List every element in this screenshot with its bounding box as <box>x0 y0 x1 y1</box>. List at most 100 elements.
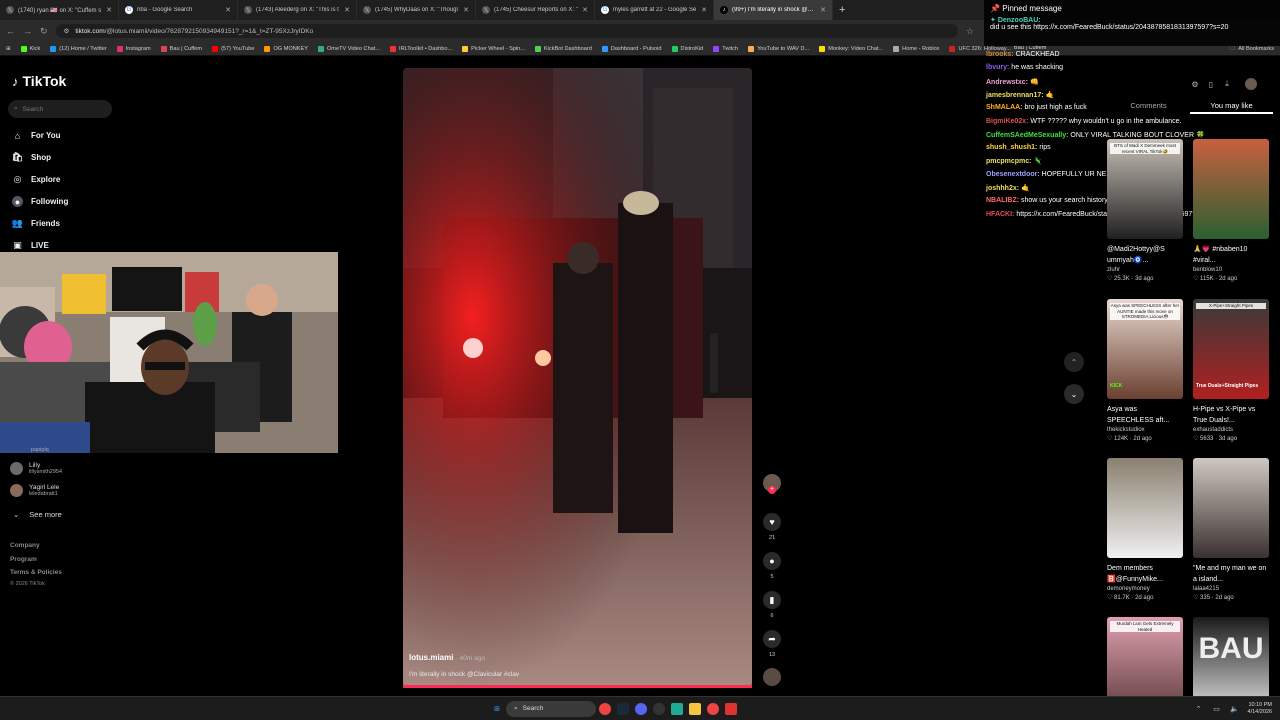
new-tab-button[interactable]: + <box>833 4 851 16</box>
obs-icon[interactable] <box>653 702 665 715</box>
clock[interactable]: 10:10 PM 4/14/2026 <box>1248 702 1272 716</box>
video-thumbnail[interactable] <box>1193 139 1269 239</box>
chat-username[interactable]: NBALIBZ: <box>986 197 1019 204</box>
recommended-video-card[interactable]: "Me and my man we on a island... lalaa421… <box>1193 458 1269 601</box>
bookmark-item[interactable]: Twitch <box>713 45 738 52</box>
browser-tab-active[interactable]: ♪ (99+) I'm literally in shock @Cla ✕ <box>714 0 833 20</box>
url-field[interactable]: ⚙ tiktok.com/@lotus.miamii/video/7628792… <box>55 24 958 38</box>
video-thumbnail[interactable] <box>1193 458 1269 558</box>
recommended-video-card[interactable]: Asya was SPEECHLESS after her AUNTIE mad… <box>1107 299 1183 442</box>
video-thumbnail[interactable]: Asya was SPEECHLESS after her AUNTIE mad… <box>1107 299 1183 399</box>
close-icon[interactable]: ✕ <box>463 6 469 14</box>
chevron-up-icon[interactable]: ⌃ <box>1193 703 1205 715</box>
steam-icon[interactable] <box>617 702 629 715</box>
chat-username[interactable]: Obesenextdoor: <box>986 171 1040 178</box>
chrome-icon[interactable] <box>707 702 719 715</box>
taskbar-search[interactable]: ⌕ Search <box>506 700 596 717</box>
see-more-button[interactable]: ⌄ See more <box>10 510 62 519</box>
close-icon[interactable]: ✕ <box>225 6 231 14</box>
chat-username[interactable]: CuffemSAedMeSexually: <box>986 132 1068 139</box>
bookmark-item[interactable]: OmeTV Video Chat... <box>317 45 380 52</box>
card-author[interactable]: zluhr <box>1107 267 1183 273</box>
video-thumbnail[interactable]: X-Pipe+Straight Pipes True Duals+Straight… <box>1193 299 1269 399</box>
bookmark-item[interactable]: Kick <box>20 45 40 52</box>
recommended-video-card[interactable]: BTS of Madi X Demmeek most recent VIRAL … <box>1107 139 1183 282</box>
comment-button[interactable]: ● 5 <box>762 552 782 580</box>
reload-icon[interactable]: ↻ <box>40 26 48 37</box>
recommended-video-card[interactable]: 🙏💗 #nbaben10 #viral... benblow10 ♡ 115K · … <box>1193 139 1269 282</box>
footer-program[interactable]: Program <box>10 556 37 563</box>
chat-username[interactable]: joshhh2x: <box>986 185 1019 192</box>
bookmark-item[interactable]: KickBot Dashboard <box>534 45 592 52</box>
chrome-icon[interactable] <box>599 702 611 715</box>
nav-friends[interactable]: 👥 Friends <box>12 218 60 229</box>
star-icon[interactable]: ☆ <box>966 26 974 37</box>
bookmark-item[interactable]: Instagram <box>116 45 151 52</box>
nav-shop[interactable]: 🛍 Shop <box>12 152 51 163</box>
apps-icon[interactable]: ⊞ <box>6 46 11 52</box>
bookmark-item[interactable]: Monkey: Video Chat... <box>819 45 883 52</box>
chat-username[interactable]: jamesbrennan17: <box>986 92 1044 99</box>
app-icon[interactable] <box>725 702 737 715</box>
discord-icon[interactable] <box>635 702 647 715</box>
close-icon[interactable]: ✕ <box>582 6 588 14</box>
browser-tab[interactable]: Gmyles garrett at 22 - Google Se ✕ <box>595 0 714 20</box>
creator-avatar[interactable]: + <box>762 474 782 494</box>
folder-icon[interactable] <box>689 702 701 715</box>
nav-for-you[interactable]: ⌂ For You <box>12 130 61 141</box>
chat-username[interactable]: pmcpmcpmc: <box>986 158 1032 165</box>
browser-tab[interactable]: 𝕏 (1740) ryan 🇺🇸 on X: "Cuffem s ✕ <box>0 0 119 20</box>
following-item[interactable]: papipiq <box>10 447 49 453</box>
card-author[interactable]: exhaustaddicts <box>1193 427 1269 433</box>
bookmark-item[interactable]: DistroKid <box>671 45 703 52</box>
video-player[interactable] <box>403 68 752 687</box>
tiktok-logo[interactable]: ♪ TikTok <box>12 73 66 89</box>
share-button[interactable]: ➦ 13 <box>762 630 782 658</box>
chat-username[interactable]: lbrooks: <box>986 51 1014 58</box>
bookmark-item[interactable]: Home - Roblox <box>893 45 939 52</box>
following-item[interactable]: Yagirl Lele leledabratt1 <box>10 484 59 497</box>
search-input[interactable]: ⌕ Search <box>8 100 112 118</box>
scroll-up-button[interactable]: ⌃ <box>1064 352 1084 372</box>
chat-username[interactable]: ShMALAA: <box>986 104 1023 111</box>
download-icon[interactable]: ⤓ <box>1221 78 1233 90</box>
card-author[interactable]: thekickstudiox <box>1107 427 1183 433</box>
bookmark-item[interactable]: (57) YouTube <box>212 45 254 52</box>
bookmark-item[interactable]: (12) Home / Twitter <box>50 45 107 52</box>
windows-start-icon[interactable]: ⊞ <box>491 703 503 715</box>
footer-terms[interactable]: Terms & Policies <box>10 569 62 576</box>
tab-comments[interactable]: Comments <box>1107 96 1190 114</box>
following-item[interactable]: Lilly lillysmith2954 <box>10 462 62 475</box>
card-author[interactable]: benblow10 <box>1193 267 1269 273</box>
nav-explore[interactable]: ◎ Explore <box>12 174 61 185</box>
video-thumbnail[interactable] <box>1107 458 1183 558</box>
scroll-down-button[interactable]: ⌄ <box>1064 384 1084 404</box>
site-info-icon[interactable]: ⚙ <box>64 27 70 35</box>
network-icon[interactable]: ▭ <box>1211 703 1223 715</box>
tab-you-may-like[interactable]: You may like <box>1190 96 1273 114</box>
save-button[interactable]: ▮ 6 <box>762 591 782 619</box>
recommended-video-card[interactable]: Dem members 🅱️@FunnyMike... demoneymoney ♡… <box>1107 458 1183 601</box>
video-thumbnail[interactable]: BTS of Madi X Demmeek most recent VIRAL … <box>1107 139 1183 239</box>
device-icon[interactable]: ▯ <box>1205 78 1217 90</box>
close-icon[interactable]: ✕ <box>344 6 350 14</box>
browser-tab[interactable]: Gnba - Google Search ✕ <box>119 0 238 20</box>
bookmark-item[interactable]: Bau | Cuffem <box>160 45 202 52</box>
bookmark-item[interactable]: OG MONKEY <box>264 45 308 52</box>
forward-icon[interactable]: → <box>23 26 32 36</box>
bookmark-item[interactable]: YouTube to WAV D... <box>748 45 809 52</box>
chat-username[interactable]: HFACKI: <box>986 211 1014 218</box>
volume-icon[interactable]: 🔈 <box>1229 703 1241 715</box>
profile-avatar[interactable] <box>1245 78 1257 90</box>
card-author[interactable]: demoneymoney <box>1107 586 1183 592</box>
settings-icon[interactable]: ⚙ <box>1189 78 1201 90</box>
browser-tab[interactable]: 𝕏 (1743) Aleederg on X: "This is t ✕ <box>238 0 357 20</box>
follow-plus-icon[interactable]: + <box>768 486 776 494</box>
app-icon[interactable] <box>671 702 683 715</box>
chat-username[interactable]: Andrewstxc: <box>986 79 1028 86</box>
chat-username[interactable]: lbvury: <box>986 64 1009 71</box>
browser-tab[interactable]: 𝕏 (1745) WhyDaas on X: "Thougl ✕ <box>357 0 476 20</box>
nav-live[interactable]: ▣ LIVE <box>12 240 49 251</box>
back-icon[interactable]: ← <box>6 26 15 36</box>
video-progress-bar[interactable] <box>403 685 752 688</box>
